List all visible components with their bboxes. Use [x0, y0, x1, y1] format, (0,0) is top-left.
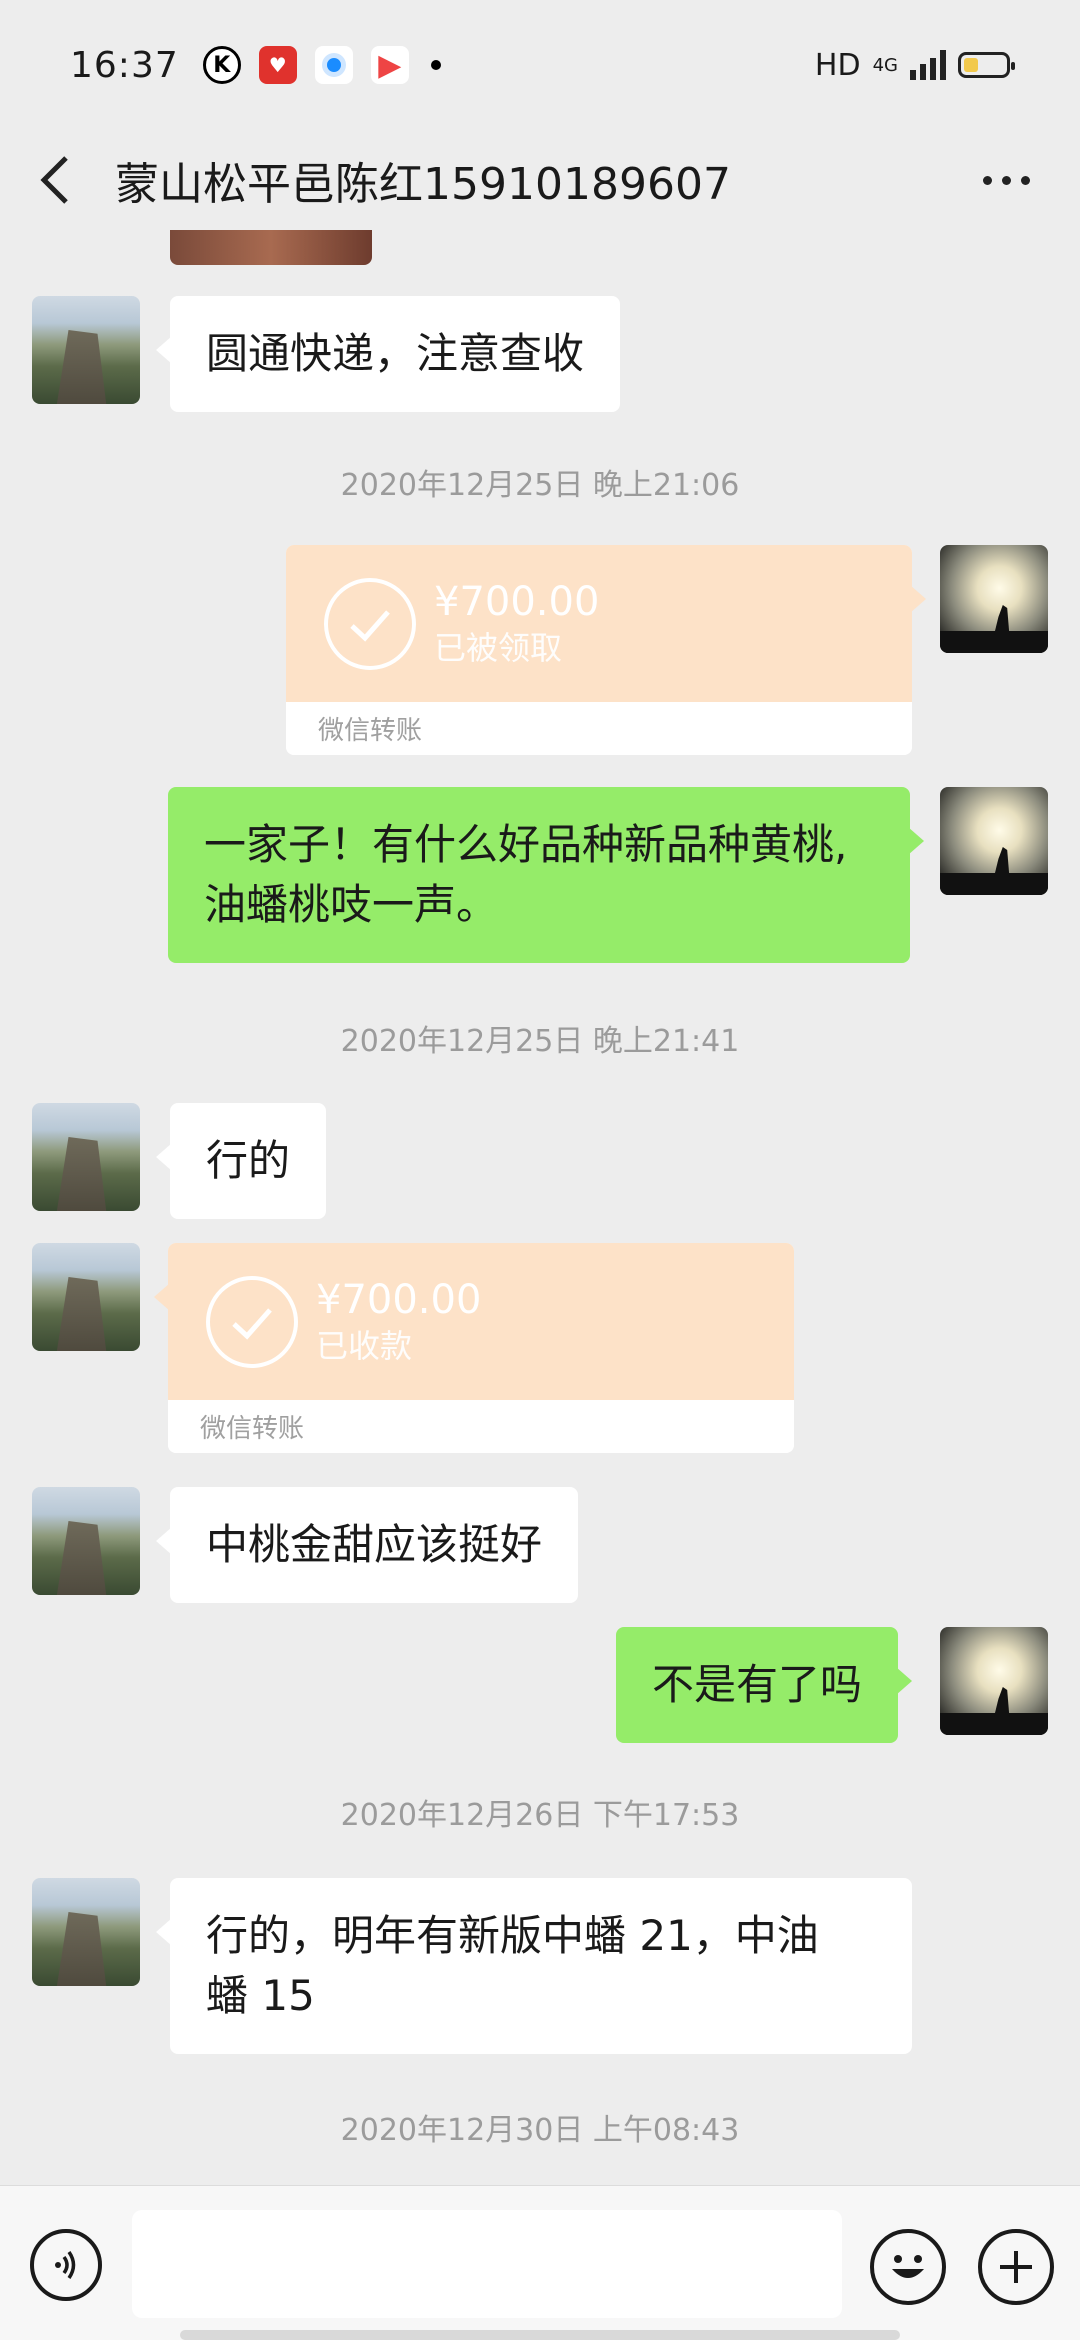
plus-icon[interactable]: [978, 2229, 1054, 2305]
message-timestamp: 2020年12月25日 晚上21:41: [340, 1024, 740, 1059]
message-text: 行的: [206, 1136, 291, 1185]
bullet-icon: [430, 60, 441, 70]
transfer-card[interactable]: ¥700.00 已被领取 微信转账: [286, 545, 926, 755]
image-message-thumbnail[interactable]: [170, 230, 372, 265]
message-bubble[interactable]: 不是有了吗: [616, 1627, 913, 1743]
play-app-icon: ▶: [370, 46, 409, 84]
transfer-card-top: ¥700.00 已被领取: [286, 545, 912, 702]
voice-icon[interactable]: [30, 2229, 102, 2301]
emoji-icon[interactable]: [870, 2229, 946, 2305]
transfer-card[interactable]: ¥700.00 已收款 微信转账: [154, 1243, 794, 1453]
transfer-footer: 微信转账: [168, 1400, 794, 1453]
self-avatar[interactable]: [940, 1627, 1048, 1735]
chat-area[interactable]: 圆通快递，注意查收 2020年12月25日 晚上21:06 ¥700.00 已被…: [0, 230, 1080, 2185]
contact-avatar[interactable]: [32, 1243, 140, 1351]
status-indicators: HD 4G: [814, 47, 1015, 83]
message-text: 不是有了吗: [652, 1660, 863, 1709]
contact-avatar[interactable]: [32, 1878, 140, 1986]
network-label: 4G: [872, 54, 898, 76]
message-text-line: 油蟠桃吱一声。: [204, 880, 499, 929]
transfer-amount: ¥700.00: [316, 1276, 482, 1323]
more-dots-icon[interactable]: [983, 175, 1050, 185]
chat-header: 蒙山松平邑陈红15910189607: [0, 130, 1080, 230]
transfer-status: 已被领取: [434, 628, 563, 667]
chevron-left-icon[interactable]: [30, 150, 80, 210]
contact-avatar[interactable]: [32, 1103, 140, 1211]
message-bubble[interactable]: 行的: [155, 1103, 327, 1219]
transfer-footer: 微信转账: [286, 702, 912, 755]
message-bubble[interactable]: 圆通快递，注意查收: [155, 296, 621, 412]
home-indicator[interactable]: [180, 2330, 900, 2340]
contact-avatar[interactable]: [32, 296, 140, 404]
message-timestamp: 2020年12月25日 晚上21:06: [340, 468, 740, 503]
message-bubble[interactable]: 行的，明年有新版中蟠 21，中油 蟠 15: [156, 1878, 912, 2054]
transfer-status: 已收款: [316, 1326, 413, 1365]
message-text: 中桃金甜应该挺好: [206, 1520, 543, 1569]
hd-label: HD: [814, 47, 861, 83]
message-input[interactable]: [132, 2210, 842, 2318]
message-text-line: 蟠 15: [206, 1971, 315, 2020]
self-avatar[interactable]: [940, 545, 1048, 653]
heart-app-icon: ♥: [258, 46, 297, 84]
message-text: 圆通快递，注意查收: [206, 329, 585, 378]
transfer-amount: ¥700.00: [434, 578, 600, 625]
battery-icon: [958, 52, 1015, 78]
status-time: 16:37: [70, 44, 179, 86]
status-bar: 16:37 K ♥ ▶ HD 4G: [0, 0, 1080, 130]
message-text-line: 行的，明年有新版中蟠 21，中油: [206, 1911, 819, 1960]
k-circle-icon: K: [202, 46, 241, 84]
check-circle-icon: [206, 1275, 298, 1368]
blue-dot-app-icon: [314, 46, 353, 84]
signal-icon: [910, 50, 946, 80]
message-text-line: 一家子！有什么好品种新品种黄桃,: [204, 820, 848, 869]
contact-avatar[interactable]: [32, 1487, 140, 1595]
check-circle-icon: [324, 577, 416, 670]
page-title: 蒙山松平邑陈红15910189607: [115, 159, 731, 210]
message-bubble[interactable]: 一家子！有什么好品种新品种黄桃, 油蟠桃吱一声。: [168, 787, 924, 963]
status-app-icons: K ♥ ▶: [202, 46, 441, 84]
message-bubble[interactable]: 中桃金甜应该挺好: [155, 1487, 579, 1603]
message-timestamp: 2020年12月26日 下午17:53: [340, 1798, 740, 1833]
message-timestamp: 2020年12月30日 上午08:43: [340, 2113, 740, 2148]
input-bar: [0, 2185, 1080, 2340]
self-avatar[interactable]: [940, 787, 1048, 895]
transfer-card-top: ¥700.00 已收款: [168, 1243, 794, 1400]
